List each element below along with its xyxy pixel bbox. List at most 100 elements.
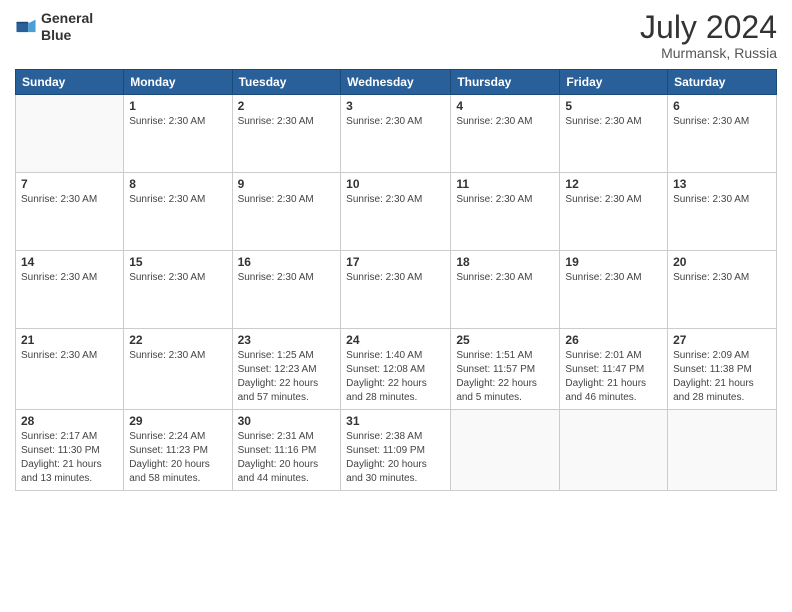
days-of-week-row: Sunday Monday Tuesday Wednesday Thursday… — [16, 70, 777, 95]
day-info: Sunrise: 2:30 AM — [346, 193, 445, 207]
day-number: 27 — [673, 333, 771, 347]
day-info: Sunrise: 2:30 AM — [456, 271, 554, 285]
day-info: Sunrise: 2:30 AM — [673, 193, 771, 207]
day-info: Sunrise: 2:30 AM — [129, 271, 226, 285]
day-number: 22 — [129, 333, 226, 347]
col-thursday: Thursday — [451, 70, 560, 95]
calendar-cell-2-2: 16 Sunrise: 2:30 AM — [232, 251, 341, 329]
calendar-cell-2-6: 20 Sunrise: 2:30 AM — [668, 251, 777, 329]
day-info: Sunrise: 2:17 AMSunset: 11:30 PMDaylight… — [21, 430, 118, 486]
logo-text: General Blue — [41, 10, 93, 44]
calendar-cell-1-3: 10 Sunrise: 2:30 AM — [341, 173, 451, 251]
day-number: 10 — [346, 177, 445, 191]
day-number: 2 — [238, 99, 336, 113]
calendar-cell-1-6: 13Sunrise: 2:30 AM — [668, 173, 777, 251]
calendar-cell-0-5: 5Sunrise: 2:30 AM — [560, 95, 668, 173]
day-number: 20 — [673, 255, 771, 269]
day-info: Sunrise: 2:30 AM — [129, 349, 226, 363]
day-number: 8 — [129, 177, 226, 191]
calendar-cell-4-6 — [668, 410, 777, 491]
calendar-cell-1-5: 12 Sunrise: 2:30 AM — [560, 173, 668, 251]
calendar-cell-3-6: 27 Sunrise: 2:09 AMSunset: 11:38 PMDaylig… — [668, 329, 777, 410]
day-number: 29 — [129, 414, 226, 428]
day-number: 25 — [456, 333, 554, 347]
day-info: Sunrise: 2:30 AM — [565, 193, 662, 207]
calendar-cell-1-0: 7 Sunrise: 2:30 AM — [16, 173, 124, 251]
calendar-cell-3-1: 22 Sunrise: 2:30 AM — [124, 329, 232, 410]
calendar-cell-0-2: 2 Sunrise: 2:30 AM — [232, 95, 341, 173]
day-info: Sunrise: 2:30 AM — [129, 115, 226, 129]
calendar-cell-1-4: 11 Sunrise: 2:30 AM — [451, 173, 560, 251]
day-info: Sunrise: 2:30 AM — [673, 115, 771, 129]
col-friday: Friday — [560, 70, 668, 95]
week-row-3: 14Sunrise: 2:30 AM 15 Sunrise: 2:30 AM 16 Su… — [16, 251, 777, 329]
day-info: Sunrise: 2:38 AMSunset: 11:09 PMDaylight… — [346, 430, 445, 486]
day-info: Sunrise: 2:24 AMSunset: 11:23 PMDaylight… — [129, 430, 226, 486]
day-number: 12 — [565, 177, 662, 191]
calendar-cell-0-1: 1 Sunrise: 2:30 AM — [124, 95, 232, 173]
calendar-header: Sunday Monday Tuesday Wednesday Thursday… — [16, 70, 777, 95]
header: General Blue July 2024 Murmansk, Russia — [15, 10, 777, 61]
day-info: Sunrise: 2:30 AM — [456, 115, 554, 129]
calendar-cell-2-5: 19Sunrise: 2:30 AM — [560, 251, 668, 329]
day-number: 24 — [346, 333, 445, 347]
day-number: 11 — [456, 177, 554, 191]
day-info: Sunrise: 2:30 AM — [238, 193, 336, 207]
col-sunday: Sunday — [16, 70, 124, 95]
calendar-cell-2-0: 14Sunrise: 2:30 AM — [16, 251, 124, 329]
calendar-cell-0-3: 3 Sunrise: 2:30 AM — [341, 95, 451, 173]
calendar-cell-4-1: 29 Sunrise: 2:24 AMSunset: 11:23 PMDaylig… — [124, 410, 232, 491]
col-saturday: Saturday — [668, 70, 777, 95]
logo: General Blue — [15, 10, 93, 44]
week-row-4: 21Sunrise: 2:30 AM 22 Sunrise: 2:30 AM 23 Su… — [16, 329, 777, 410]
day-info: Sunrise: 2:30 AM — [456, 193, 554, 207]
calendar-cell-2-4: 18 Sunrise: 2:30 AM — [451, 251, 560, 329]
calendar-body: 1 Sunrise: 2:30 AM 2 Sunrise: 2:30 AM 3 Sunri… — [16, 95, 777, 491]
calendar-cell-4-3: 31Sunrise: 2:38 AMSunset: 11:09 PMDaylig… — [341, 410, 451, 491]
day-info: Sunrise: 2:30 AM — [346, 271, 445, 285]
day-number: 1 — [129, 99, 226, 113]
day-info: Sunrise: 1:25 AMSunset: 12:23 AMDaylight… — [238, 349, 336, 405]
day-number: 16 — [238, 255, 336, 269]
day-info: Sunrise: 1:40 AMSunset: 12:08 AMDaylight… — [346, 349, 445, 405]
day-info: Sunrise: 2:01 AMSunset: 11:47 PMDaylight… — [565, 349, 662, 405]
day-number: 18 — [456, 255, 554, 269]
day-number: 7 — [21, 177, 118, 191]
day-number: 9 — [238, 177, 336, 191]
col-monday: Monday — [124, 70, 232, 95]
day-info: Sunrise: 2:30 AM — [673, 271, 771, 285]
day-info: Sunrise: 2:30 AM — [238, 271, 336, 285]
week-row-1: 1 Sunrise: 2:30 AM 2 Sunrise: 2:30 AM 3 Sunri… — [16, 95, 777, 173]
day-info: Sunrise: 1:51 AMSunset: 11:57 PMDaylight… — [456, 349, 554, 405]
day-number: 5 — [565, 99, 662, 113]
calendar-cell-1-2: 9 Sunrise: 2:30 AM — [232, 173, 341, 251]
calendar-cell-3-3: 24 Sunrise: 1:40 AMSunset: 12:08 AMDaylig… — [341, 329, 451, 410]
logo-icon — [15, 16, 37, 38]
calendar-cell-4-0: 28Sunrise: 2:17 AMSunset: 11:30 PMDaylig… — [16, 410, 124, 491]
day-number: 26 — [565, 333, 662, 347]
calendar-cell-4-5 — [560, 410, 668, 491]
location: Murmansk, Russia — [640, 45, 777, 61]
day-number: 17 — [346, 255, 445, 269]
day-info: Sunrise: 2:30 AM — [346, 115, 445, 129]
calendar-cell-4-2: 30Sunrise: 2:31 AMSunset: 11:16 PMDaylig… — [232, 410, 341, 491]
week-row-5: 28Sunrise: 2:17 AMSunset: 11:30 PMDaylig… — [16, 410, 777, 491]
day-number: 23 — [238, 333, 336, 347]
calendar-cell-0-4: 4Sunrise: 2:30 AM — [451, 95, 560, 173]
calendar-cell-3-5: 26 Sunrise: 2:01 AMSunset: 11:47 PMDaylig… — [560, 329, 668, 410]
day-info: Sunrise: 2:30 AM — [238, 115, 336, 129]
calendar-cell-0-0 — [16, 95, 124, 173]
day-number: 6 — [673, 99, 771, 113]
day-info: Sunrise: 2:09 AMSunset: 11:38 PMDaylight… — [673, 349, 771, 405]
day-info: Sunrise: 2:30 AM — [21, 193, 118, 207]
col-wednesday: Wednesday — [341, 70, 451, 95]
day-number: 30 — [238, 414, 336, 428]
day-number: 3 — [346, 99, 445, 113]
col-tuesday: Tuesday — [232, 70, 341, 95]
calendar-cell-4-4 — [451, 410, 560, 491]
day-number: 15 — [129, 255, 226, 269]
week-row-2: 7 Sunrise: 2:30 AM 8 Sunrise: 2:30 AM 9 Sunri… — [16, 173, 777, 251]
calendar-cell-2-3: 17 Sunrise: 2:30 AM — [341, 251, 451, 329]
title-block: July 2024 Murmansk, Russia — [640, 10, 777, 61]
calendar-cell-3-0: 21Sunrise: 2:30 AM — [16, 329, 124, 410]
